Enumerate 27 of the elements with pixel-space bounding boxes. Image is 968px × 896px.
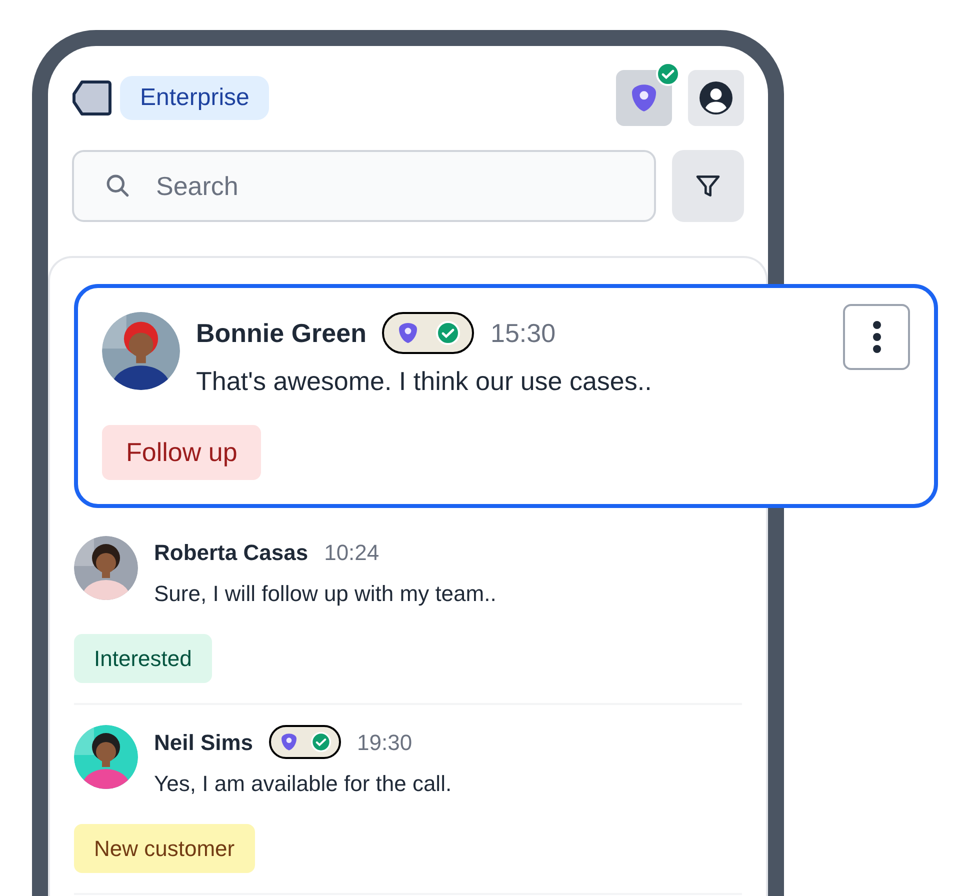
conversation-item[interactable]: Bonnie Green 15:30 That's awesome. I think our use cases.. Follow up [74, 284, 938, 508]
tag: Follow up [102, 425, 262, 480]
conversation-item[interactable]: Neil Sims 19:30 Yes, I am available for the call. New customer [74, 705, 742, 895]
message-time: 15:30 [490, 316, 556, 350]
tag: New customer [74, 824, 255, 873]
filter-button[interactable] [672, 150, 744, 222]
logo-icon [72, 80, 112, 116]
user-icon [698, 80, 734, 116]
message-time: 19:30 [357, 728, 412, 756]
conversation-item[interactable]: Roberta Casas 10:24 Sure, I will follow up with my team.. Interested [74, 516, 742, 705]
tag: Interested [74, 634, 212, 683]
profile-button[interactable] [688, 70, 744, 126]
message-preview: That's awesome. I think our use cases.. [196, 365, 652, 398]
more-button[interactable] [843, 304, 910, 370]
contact-name: Bonnie Green [196, 316, 366, 350]
message-time: 10:24 [324, 539, 380, 567]
message-preview: Yes, I am available for the call. [154, 770, 452, 798]
status-button[interactable] [616, 70, 672, 126]
more-icon [872, 321, 880, 353]
message-preview: Sure, I will follow up with my team.. [154, 580, 496, 608]
check-icon [436, 321, 460, 345]
shield-icon [279, 732, 300, 752]
contact-name: Roberta Casas [154, 539, 308, 567]
contact-name: Neil Sims [154, 728, 254, 756]
search-field[interactable]: Search [72, 150, 656, 222]
check-icon [311, 732, 332, 752]
plan-badge: Enterprise [120, 76, 270, 120]
